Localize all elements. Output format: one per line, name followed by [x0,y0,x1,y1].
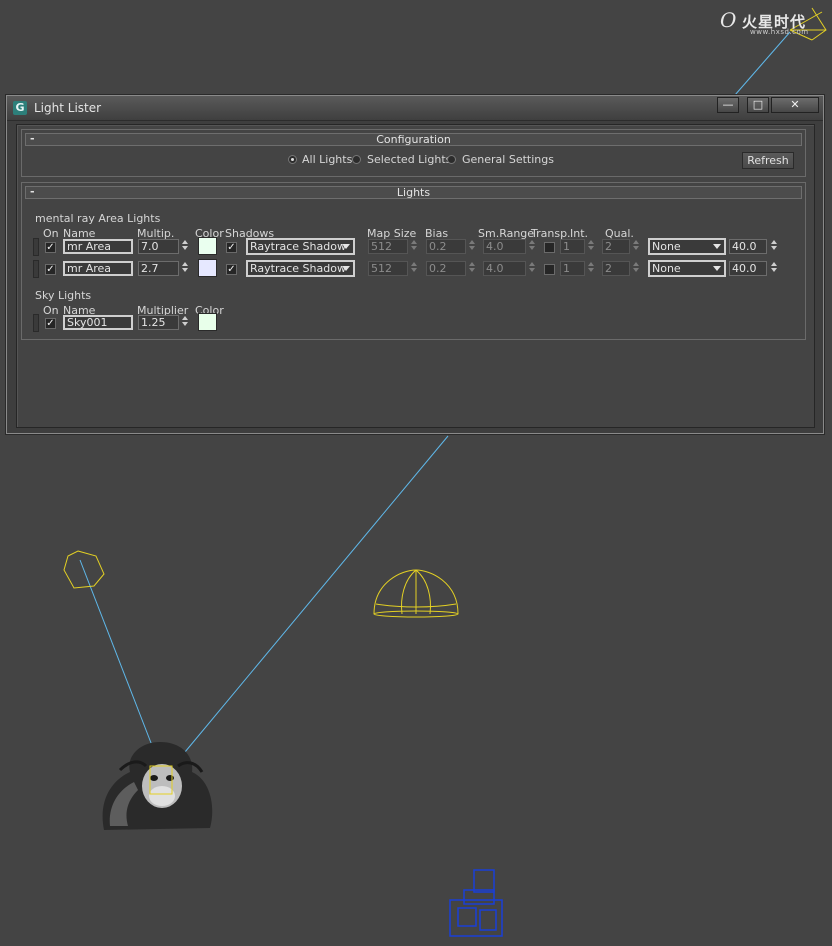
decay-dropdown[interactable]: None [648,260,726,277]
decay-start-field[interactable]: 40.0 [729,261,767,276]
decay-value: None [652,240,681,253]
transp-checkbox[interactable] [544,242,555,253]
int-spinner[interactable] [587,261,596,276]
on-checkbox[interactable]: ✓ [45,242,56,253]
decay-dropdown[interactable]: None [648,238,726,255]
color-swatch[interactable] [198,259,217,277]
decay-start-spinner[interactable] [770,261,779,276]
row-select-handle[interactable] [33,260,39,278]
configuration-rollout-header[interactable]: - Configuration [25,133,802,146]
map-size-field[interactable]: 512 [368,239,408,254]
transp-checkbox[interactable] [544,264,555,275]
bias-field[interactable]: 0.2 [426,261,466,276]
sky-multiplier-field[interactable]: 1.25 [138,315,179,330]
chevron-down-icon [713,244,721,249]
window-title: Light Lister [34,101,102,115]
sm-range-field[interactable]: 4.0 [483,261,526,276]
qual-field[interactable]: 2 [602,239,630,254]
watermark-logo: O 火星时代 www.hxsd.com [720,6,830,36]
radio-label-selected-lights[interactable]: Selected Lights [367,153,451,166]
decay-value: None [652,262,681,275]
bias-spinner[interactable] [468,261,477,276]
title-bar[interactable]: G Light Lister — □ ✕ [7,96,823,121]
light-lister-dialog: G Light Lister — □ ✕ - Configuration All… [6,95,824,434]
multiplier-field[interactable]: 7.0 [138,239,179,254]
radio-label-general-settings[interactable]: General Settings [462,153,554,166]
logo-mark-icon: O [720,8,737,32]
map-size-spinner[interactable] [410,239,419,254]
color-swatch[interactable] [198,237,217,255]
configuration-rollout: - Configuration All Lights Selected Ligh… [21,129,806,177]
bias-field[interactable]: 0.2 [426,239,466,254]
radio-label-all-lights[interactable]: All Lights [302,153,352,166]
qual-field[interactable]: 2 [602,261,630,276]
on-checkbox[interactable]: ✓ [45,318,56,329]
shadows-checkbox[interactable]: ✓ [226,242,237,253]
multiplier-field[interactable]: 2.7 [138,261,179,276]
sky-name-field[interactable]: Sky001 [63,315,133,330]
close-button[interactable]: ✕ [771,97,819,113]
row-select-handle[interactable] [33,314,39,332]
sky-lights-section-title: Sky Lights [35,289,92,302]
dialog-content: - Configuration All Lights Selected Ligh… [16,124,815,428]
lights-title: Lights [396,186,431,199]
qual-spinner[interactable] [632,261,641,276]
sm-range-spinner[interactable] [528,239,537,254]
shadows-checkbox[interactable]: ✓ [226,264,237,275]
map-size-spinner[interactable] [410,261,419,276]
sky-multiplier-spinner[interactable] [181,315,190,330]
chevron-down-icon [713,266,721,271]
area-lights-section-title: mental ray Area Lights [35,212,161,225]
map-size-field[interactable]: 512 [368,261,408,276]
refresh-button[interactable]: Refresh [742,152,794,169]
logo-url: www.hxsd.com [750,28,809,36]
int-spinner[interactable] [587,239,596,254]
int-field[interactable]: 1 [560,261,585,276]
radio-general-settings[interactable] [447,155,456,164]
lights-rollout: - Lights mental ray Area Lights On Name … [21,182,806,340]
multiplier-spinner[interactable] [181,239,190,254]
sm-range-field[interactable]: 4.0 [483,239,526,254]
maximize-button[interactable]: □ [747,97,769,113]
minimize-button[interactable]: — [717,97,739,113]
shadow-type-value: Raytrace Shadow [250,240,346,253]
col-on: On [43,227,59,240]
radio-selected-lights[interactable] [352,155,361,164]
col-on: On [43,304,59,317]
bias-spinner[interactable] [468,239,477,254]
row-select-handle[interactable] [33,238,39,256]
light-name-field[interactable]: mr Area Spot0 [63,261,133,276]
shadow-type-value: Raytrace Shadow [250,262,346,275]
sm-range-spinner[interactable] [528,261,537,276]
collapse-icon[interactable]: - [30,133,35,145]
configuration-title: Configuration [376,133,451,146]
radio-all-lights[interactable] [288,155,297,164]
shadow-type-dropdown[interactable]: Raytrace Shadow [246,260,355,277]
on-checkbox[interactable]: ✓ [45,264,56,275]
chevron-down-icon [342,266,350,271]
collapse-icon[interactable]: - [30,186,35,198]
qual-spinner[interactable] [632,239,641,254]
shadow-type-dropdown[interactable]: Raytrace Shadow [246,238,355,255]
chevron-down-icon [342,244,350,249]
decay-start-spinner[interactable] [770,239,779,254]
3dsmax-icon: G [13,101,27,115]
multiplier-spinner[interactable] [181,261,190,276]
sky-color-swatch[interactable] [198,313,217,331]
int-field[interactable]: 1 [560,239,585,254]
light-name-field[interactable]: mr Area Spot0 [63,239,133,254]
lights-rollout-header[interactable]: - Lights [25,186,802,199]
decay-start-field[interactable]: 40.0 [729,239,767,254]
